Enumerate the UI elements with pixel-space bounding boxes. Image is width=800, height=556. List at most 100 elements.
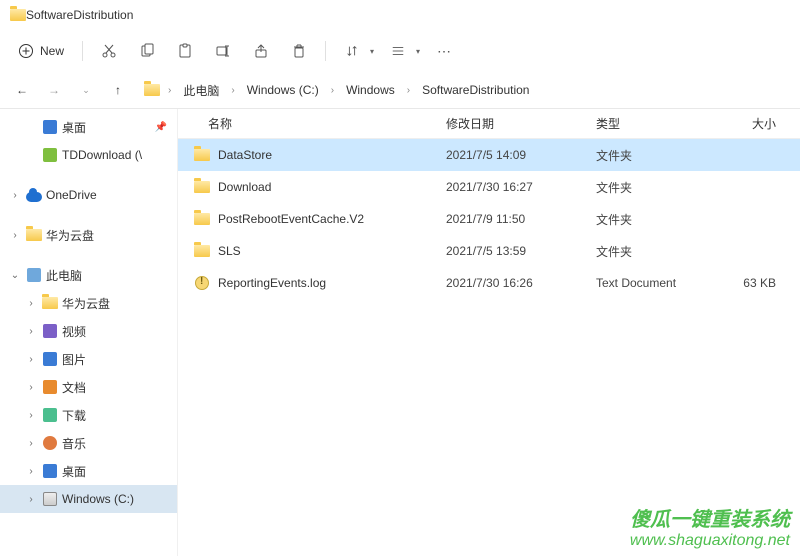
recent-dropdown[interactable]: ⌄ [72, 76, 100, 104]
file-row[interactable]: SLS2021/7/5 13:59文件夹 [178, 235, 800, 267]
expand-arrow-icon[interactable]: › [24, 494, 38, 505]
breadcrumb-item[interactable]: Windows [342, 81, 399, 99]
sidebar-item-label: 桌面 [62, 463, 177, 480]
rename-button[interactable] [205, 35, 241, 67]
main: 桌面📌TDDownload (\›OneDrive›华为云盘⌄此电脑›华为云盘›… [0, 108, 800, 556]
sidebar-item[interactable]: › 华为云盘 [0, 221, 177, 249]
sidebar-item-label: 文档 [62, 379, 177, 396]
expand-arrow-icon[interactable]: › [24, 438, 38, 449]
column-type[interactable]: 类型 [596, 115, 726, 132]
blue-icon [42, 463, 58, 479]
file-row[interactable]: DataStore2021/7/5 14:09文件夹 [178, 139, 800, 171]
ellipsis-icon: ⋯ [437, 43, 451, 60]
separator [325, 41, 326, 61]
file-name: SLS [218, 244, 241, 258]
folder-icon [194, 211, 210, 227]
cut-button[interactable] [91, 35, 127, 67]
scissors-icon [101, 43, 117, 59]
sidebar-item-label: Windows (C:) [62, 492, 177, 506]
share-button[interactable] [243, 35, 279, 67]
file-row[interactable]: Download2021/7/30 16:27文件夹 [178, 171, 800, 203]
clipboard-icon [177, 43, 193, 59]
share-icon [253, 43, 269, 59]
sort-button[interactable] [334, 35, 370, 67]
back-button[interactable]: ← [8, 76, 36, 104]
sidebar-item-label: 华为云盘 [62, 295, 177, 312]
paste-button[interactable] [167, 35, 203, 67]
sidebar-item-label: 下载 [62, 407, 177, 424]
sidebar-item-label: 音乐 [62, 435, 177, 452]
file-pane[interactable]: 名称 修改日期 类型 大小 DataStore 2021/7/5 14:09 文件夹… [178, 109, 800, 556]
sidebar-item-label: OneDrive [46, 188, 177, 202]
expand-arrow-icon[interactable]: › [8, 230, 22, 241]
sidebar-item[interactable]: › Windows (C:) [0, 485, 177, 513]
file-date: 2021/7/5 13:59 [446, 244, 596, 258]
column-headers[interactable]: 名称 修改日期 类型 大小 [178, 109, 800, 139]
chevron-down-icon: ▾ [370, 47, 374, 56]
view-button[interactable] [380, 35, 416, 67]
file-date: 2021/7/9 11:50 [446, 212, 596, 226]
chevron-right-icon: › [407, 85, 410, 96]
folder-icon [194, 147, 210, 163]
sidebar-item[interactable]: › OneDrive [0, 181, 177, 209]
new-button-label: New [40, 44, 64, 58]
copy-button[interactable] [129, 35, 165, 67]
breadcrumb[interactable]: › 此电脑 › Windows (C:) › Windows › Softwar… [144, 80, 533, 101]
up-button[interactable]: ↑ [104, 76, 132, 104]
folder-icon [144, 82, 160, 98]
breadcrumb-item[interactable]: 此电脑 [179, 80, 223, 101]
sidebar-item[interactable]: ⌄此电脑 [0, 261, 177, 289]
sidebar-item[interactable]: › 图片 [0, 345, 177, 373]
sidebar-item[interactable]: TDDownload (\ [0, 141, 177, 169]
file-name: DataStore [218, 148, 272, 162]
expand-arrow-icon[interactable]: › [8, 190, 22, 201]
blue-icon [42, 351, 58, 367]
file-list: DataStore 2021/7/5 14:09 文件夹 Download2021/7… [178, 139, 800, 299]
folder-icon [194, 179, 210, 195]
expand-arrow-icon[interactable]: › [24, 382, 38, 393]
cloud-icon [26, 187, 42, 203]
breadcrumb-item[interactable]: SoftwareDistribution [418, 81, 533, 99]
new-button[interactable]: New [8, 37, 74, 65]
toolbar: New ▾ ▾ ⋯ [0, 30, 800, 72]
file-row[interactable]: PostRebootEventCache.V2 2021/7/9 11:50文件夹 [178, 203, 800, 235]
log-icon [194, 275, 210, 291]
chevron-right-icon: › [331, 85, 334, 96]
file-date: 2021/7/5 14:09 [446, 148, 596, 162]
breadcrumb-item[interactable]: Windows (C:) [243, 81, 323, 99]
expand-arrow-icon[interactable]: › [24, 326, 38, 337]
delete-button[interactable] [281, 35, 317, 67]
column-name[interactable]: 名称 [178, 115, 446, 132]
folder-icon [42, 295, 58, 311]
sidebar-item[interactable]: › 下载 [0, 401, 177, 429]
sidebar-item-label: 图片 [62, 351, 177, 368]
sidebar-item-label: 视频 [62, 323, 177, 340]
column-size[interactable]: 大小 [726, 115, 786, 132]
expand-arrow-icon[interactable]: › [24, 466, 38, 477]
sidebar-item[interactable]: › 视频 [0, 317, 177, 345]
file-type: 文件夹 [596, 211, 726, 228]
file-name: PostRebootEventCache.V2 [218, 212, 364, 226]
expand-arrow-icon[interactable]: › [24, 410, 38, 421]
window-title: SoftwareDistribution [26, 8, 133, 22]
file-row[interactable]: ReportingEvents.log2021/7/30 16:26Text D… [178, 267, 800, 299]
copy-icon [139, 43, 155, 59]
pin-icon[interactable]: 📌 [155, 122, 167, 133]
sidebar-item[interactable]: › 桌面 [0, 457, 177, 485]
sidebar-item[interactable]: › 华为云盘 [0, 289, 177, 317]
sort-icon [345, 44, 359, 58]
sidebar[interactable]: 桌面📌TDDownload (\›OneDrive›华为云盘⌄此电脑›华为云盘›… [0, 109, 178, 556]
expand-arrow-icon[interactable]: › [24, 298, 38, 309]
sidebar-item[interactable]: › 音乐 [0, 429, 177, 457]
chevron-right-icon: › [231, 85, 234, 96]
file-type: Text Document [596, 276, 726, 290]
expand-arrow-icon[interactable]: › [24, 354, 38, 365]
sidebar-item[interactable]: 桌面📌 [0, 113, 177, 141]
column-date[interactable]: 修改日期 [446, 115, 596, 132]
sidebar-item-label: 华为云盘 [46, 227, 177, 244]
expand-arrow-icon[interactable]: ⌄ [8, 270, 22, 281]
titlebar: SoftwareDistribution [0, 0, 800, 30]
more-button[interactable]: ⋯ [426, 35, 462, 67]
forward-button[interactable]: → [40, 76, 68, 104]
sidebar-item[interactable]: › 文档 [0, 373, 177, 401]
